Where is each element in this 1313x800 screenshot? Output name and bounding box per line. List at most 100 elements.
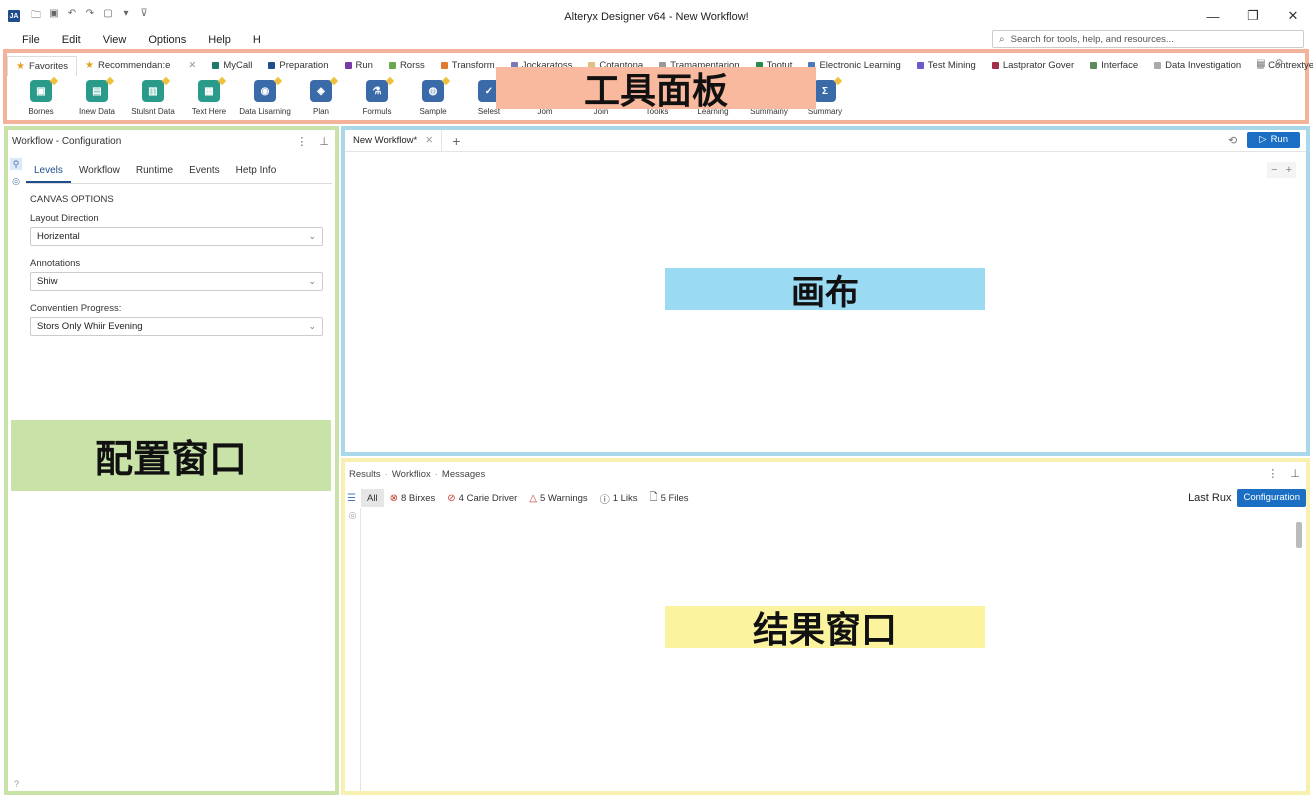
workflow-config-icon[interactable]: ⚲ [10, 158, 22, 170]
tab-workflow[interactable]: Workflow [71, 158, 128, 183]
palette-tool-inew-data[interactable]: ▤ Inew Data [69, 76, 125, 120]
search-input[interactable]: ⌕ Search for tools, help, and resources.… [992, 30, 1304, 48]
palette-tab-lastprator-gover[interactable]: Lastprator Gover [984, 56, 1082, 74]
schedule-icon[interactable]: ⟲ [1228, 134, 1237, 147]
layout-direction-value: Horizental [37, 231, 80, 242]
gear-icon[interactable]: ⚙ [1275, 58, 1284, 69]
tab-runtime[interactable]: Runtime [128, 158, 181, 183]
palette-tab-label: Interface [1101, 59, 1139, 71]
filter-info-label: 1 Liks [612, 492, 638, 504]
pin-icon[interactable]: ⊥ [319, 135, 329, 148]
menu-h[interactable]: H [242, 32, 272, 48]
layout-direction-select[interactable]: Horizental ⌄ [30, 227, 323, 246]
connection-progress-select[interactable]: Stors Only Whiir Evening ⌄ [30, 317, 323, 336]
palette-tool-plan[interactable]: ◈ Plan [293, 76, 349, 120]
palette-tab-interface[interactable]: Interface [1082, 56, 1146, 74]
filter-all[interactable]: All [361, 489, 384, 507]
palette-tab-rorss[interactable]: Rorss [381, 56, 433, 74]
crumb-messages[interactable]: Messages [442, 469, 485, 480]
palette-tab-mycall[interactable]: MyCall [204, 56, 260, 74]
undo-icon[interactable]: ↶ [66, 8, 78, 25]
close-icon[interactable]: ✕ [1273, 0, 1313, 32]
results-scrollbar[interactable] [1296, 522, 1302, 548]
canvas-tabs: New Workflow* ✕ + [345, 129, 1306, 152]
menu-options[interactable]: Options [137, 32, 197, 48]
palette-tab-test-mining[interactable]: Test Mining [909, 56, 984, 74]
play-icon: ▷ [1259, 134, 1267, 145]
open-folder-icon[interactable]: 🗀 [30, 8, 42, 25]
canvas-zoom-controls: − + [1267, 162, 1296, 178]
minimize-icon[interactable]: — [1193, 0, 1233, 32]
palette-tool-text-here[interactable]: ▦ Text Here [181, 76, 237, 120]
save-icon[interactable]: ▣ [48, 8, 60, 25]
palette-tab-transform[interactable]: Transform [433, 56, 503, 74]
filter-errors[interactable]: ⊗ 8 Birxes [384, 489, 442, 507]
customize-icon[interactable]: ⊽ [138, 8, 150, 25]
list-view-icon[interactable]: ☰ [347, 493, 361, 504]
palette-tab-favorites[interactable]: ★ Favorites [7, 56, 78, 76]
tool-icon: ◈ [310, 80, 332, 102]
palette-tool-formuls[interactable]: ⚗ Formuls [349, 76, 405, 120]
tool-label: Sample [419, 107, 447, 116]
tab-levels[interactable]: Levels [26, 158, 71, 183]
dropdown-icon[interactable]: ▾ [120, 8, 132, 25]
palette-tab-recommendan-e[interactable]: ★ Recommendan:e ✕ [77, 56, 204, 74]
config-body: CANVAS OPTIONS Layout Direction Horizent… [30, 194, 325, 348]
help-circle-icon[interactable]: ? [14, 779, 19, 789]
palette-view-icon[interactable]: ▤ [1256, 58, 1265, 69]
palette-tab-run[interactable]: Run [337, 56, 381, 74]
redo-icon[interactable]: ↷ [84, 8, 96, 25]
annotation-icon[interactable]: ◎ [12, 176, 20, 187]
more-options-icon[interactable]: ⋮ [1267, 467, 1278, 480]
results-header-controls: ⋮ ⊥ [1267, 467, 1300, 480]
tab-events[interactable]: Events [181, 158, 228, 183]
run-button-label: Run [1270, 134, 1288, 145]
restore-icon[interactable]: ❐ [1233, 0, 1273, 32]
close-tab-icon[interactable]: ✕ [425, 135, 433, 146]
tab-help-info[interactable]: Hetp Info [228, 158, 285, 183]
menu-file[interactable]: File [0, 32, 51, 48]
layout-direction-label: Layout Direction [30, 213, 99, 224]
crumb-workflow[interactable]: Workfliox [392, 469, 431, 480]
annotations-select[interactable]: Shiw ⌄ [30, 272, 323, 291]
filter-info[interactable]: ⓘ 1 Liks [594, 489, 644, 507]
last-run-label[interactable]: Last Rux [1188, 492, 1231, 504]
palette-tool-data-lisarning[interactable]: ◉ Data Lisarning [237, 76, 293, 120]
zoom-out-icon[interactable]: − [1271, 164, 1277, 176]
tab-new-workflow[interactable]: New Workflow* ✕ [345, 129, 443, 152]
crumb-results[interactable]: Results [349, 469, 381, 480]
palette-tool-bornes[interactable]: ▣ Bornes [13, 76, 69, 120]
title-bar: JA 🗀 ▣ ↶ ↷ ▢ ▾ ⊽ Alteryx Designer v64 - … [0, 0, 1313, 32]
canvas-overlay-label: 画布 [665, 268, 985, 313]
tool-icon: ▣ [30, 80, 52, 102]
palette-tool-sample[interactable]: ◍ Sample [405, 76, 461, 120]
filter-errors-label: 8 Birxes [400, 492, 436, 504]
pin-icon[interactable]: ⊥ [1290, 467, 1300, 480]
filter-warnings[interactable]: △ 5 Warnings [523, 489, 593, 507]
filter-conversion-label: 4 Carie Driver [458, 492, 518, 504]
more-options-icon[interactable]: ⋮ [296, 135, 307, 148]
results-breadcrumb: Results · Workfliox · Messages [349, 469, 486, 480]
connection-progress-label: Conventien Progress: [30, 303, 122, 314]
palette-tab-electronic-learning[interactable]: Electronic Learning [800, 56, 908, 74]
palette-tool-stulsnt-data[interactable]: ▥ Stulsnt Data [125, 76, 181, 120]
configuration-button[interactable]: Configuration [1237, 489, 1306, 507]
tool-icon: ▥ [142, 80, 164, 102]
filter-conversion[interactable]: ⊘ 4 Carie Driver [441, 489, 523, 507]
zoom-in-icon[interactable]: + [1286, 164, 1292, 176]
annotations-value: Shiw [37, 276, 58, 287]
new-icon[interactable]: ▢ [102, 8, 114, 25]
menu-help[interactable]: Help [197, 32, 242, 48]
connection-progress-value: Stors Only Whiir Evening [37, 321, 143, 332]
chevron-down-icon[interactable]: ⌄ [1293, 58, 1301, 69]
filter-files[interactable]: 🗋 5 Files [644, 489, 695, 507]
palette-tab-data-investigation[interactable]: Data Investigation [1146, 56, 1249, 74]
run-button[interactable]: ▷ Run [1247, 132, 1300, 148]
close-tab-icon[interactable]: ✕ [188, 60, 196, 71]
palette-tab-preparation[interactable]: Preparation [260, 56, 336, 74]
menu-view[interactable]: View [92, 32, 138, 48]
search-placeholder: Search for tools, help, and resources... [1010, 33, 1174, 45]
add-tab-icon[interactable]: + [452, 133, 460, 149]
annotations-label: Annotations [30, 258, 81, 269]
menu-edit[interactable]: Edit [51, 32, 92, 48]
